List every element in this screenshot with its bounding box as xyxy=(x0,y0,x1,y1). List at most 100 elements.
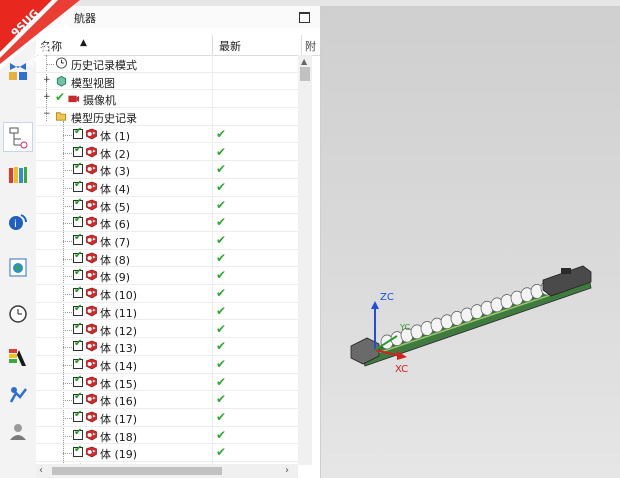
part-tree: 历史记录模式 + 模型视图 + ✔ 摄像机 − 模型历史记录 ✔ 体 (1) ✔… xyxy=(36,55,298,465)
tree-node-label: 体 (3) xyxy=(100,165,131,179)
visibility-checkbox[interactable] xyxy=(73,356,83,369)
maximize-icon[interactable] xyxy=(299,12,310,23)
scroll-up-icon[interactable]: ▲ xyxy=(301,57,307,66)
camera-icon xyxy=(68,96,80,103)
latest-check-icon: ✔ xyxy=(216,356,227,371)
visibility-checkbox[interactable] xyxy=(73,409,83,422)
tree-node-label: 摄像机 xyxy=(83,94,116,108)
hd3d-tools-icon[interactable]: i xyxy=(7,210,29,232)
body-icon xyxy=(86,323,97,334)
latest-check-icon: ✔ xyxy=(216,392,227,407)
tree-node-body[interactable]: 体 (6) ✔ xyxy=(36,214,298,232)
visibility-checkbox[interactable] xyxy=(73,144,83,157)
visibility-checkbox[interactable] xyxy=(73,161,83,175)
expand-plus-icon[interactable]: + xyxy=(43,93,51,102)
visibility-checkbox[interactable] xyxy=(73,391,83,405)
body-icon xyxy=(86,146,97,157)
latest-check-icon: ✔ xyxy=(216,339,227,354)
tree-node-label: 模型历史记录 xyxy=(71,112,137,126)
tree-node-label: 体 (17) xyxy=(100,413,138,426)
visibility-checkbox[interactable] xyxy=(73,250,83,263)
reuse-library-icon[interactable] xyxy=(7,164,29,186)
tree-node-label: 体 (13) xyxy=(100,342,138,356)
visibility-checkbox[interactable] xyxy=(73,303,83,316)
tree-node-body[interactable]: 体 (7) ✔ xyxy=(36,232,298,250)
tree-node-body[interactable]: 体 (11) ✔ xyxy=(36,302,298,321)
tree-node-label: 模型视图 xyxy=(71,76,115,90)
latest-check-icon: ✔ xyxy=(216,233,227,247)
column-latest-header[interactable]: 最新 xyxy=(219,38,241,54)
column-divider[interactable] xyxy=(301,35,302,55)
tree-node-body[interactable]: 体 (1) ✔ xyxy=(36,125,298,144)
check-icon[interactable]: ✔ xyxy=(55,90,65,104)
tree-node-body[interactable]: 体 (4) ✔ xyxy=(36,178,298,197)
body-icon xyxy=(86,429,97,441)
tree-node-body[interactable]: 体 (12) ✔ xyxy=(36,320,298,339)
visibility-checkbox[interactable] xyxy=(73,126,83,139)
tree-node-body[interactable]: 体 (10) ✔ xyxy=(36,285,298,303)
latest-check-icon: ✔ xyxy=(216,427,227,442)
tree-node-label: 体 (18) xyxy=(100,430,138,444)
part-navigator-icon[interactable] xyxy=(3,122,33,152)
scroll-right-icon[interactable]: › xyxy=(285,465,289,476)
tree-node-body[interactable]: 体 (2) ✔ xyxy=(36,143,298,162)
tree-node-label: 体 (14) xyxy=(100,359,138,373)
tree-node-body[interactable]: 体 (5) ✔ xyxy=(36,196,298,215)
visibility-checkbox[interactable] xyxy=(73,374,83,387)
tree-node-body[interactable]: 体 (15) ✔ xyxy=(36,373,298,392)
tree-node-model-history[interactable]: − 模型历史记录 xyxy=(36,108,298,126)
column-divider[interactable] xyxy=(212,35,213,55)
tree-node-body[interactable]: 体 (14) ✔ xyxy=(36,355,298,374)
history-icon[interactable] xyxy=(7,303,29,325)
tree-node-body[interactable]: 体 (16) ✔ xyxy=(36,391,298,409)
visibility-checkbox[interactable] xyxy=(73,179,83,192)
svg-text:i: i xyxy=(14,219,17,230)
tree-node-body[interactable]: 体 (13) ✔ xyxy=(36,338,298,356)
visibility-checkbox[interactable] xyxy=(73,232,83,245)
visibility-checkbox[interactable] xyxy=(73,427,83,440)
visibility-checkbox[interactable] xyxy=(73,444,83,458)
scroll-thumb[interactable] xyxy=(52,467,222,475)
system-materials-icon[interactable] xyxy=(7,346,29,368)
visibility-checkbox[interactable] xyxy=(73,267,83,281)
model-conveyor[interactable] xyxy=(321,6,620,478)
visibility-checkbox[interactable] xyxy=(73,197,83,210)
sort-ascending-icon: ▲ xyxy=(80,38,87,48)
visibility-checkbox[interactable] xyxy=(73,214,83,228)
body-icon xyxy=(86,234,97,246)
latest-check-icon: ✔ xyxy=(216,303,227,318)
collapse-minus-icon[interactable]: − xyxy=(43,110,51,119)
xc-axis-label: XC xyxy=(395,364,409,375)
yc-axis-label: YC xyxy=(400,323,411,332)
visibility-checkbox[interactable] xyxy=(73,321,83,334)
web-browser-icon[interactable] xyxy=(7,256,29,278)
visibility-checkbox[interactable] xyxy=(73,285,83,299)
scroll-left-icon[interactable]: ‹ xyxy=(39,465,43,476)
tree-node-label: 历史记录模式 xyxy=(71,59,137,72)
tree-node-label: 体 (15) xyxy=(100,377,138,391)
tree-node-body[interactable]: 体 (18) ✔ xyxy=(36,426,298,445)
tree-node-cameras[interactable]: + ✔ 摄像机 xyxy=(36,90,298,109)
tree-node-label: 体 (16) xyxy=(100,395,138,409)
scroll-thumb[interactable] xyxy=(300,67,310,81)
process-studio-icon[interactable] xyxy=(7,384,29,406)
zc-axis-label: ZC xyxy=(380,292,394,303)
column-third-header[interactable]: 附 xyxy=(305,38,316,54)
tree-node-body[interactable]: 体 (9) ✔ xyxy=(36,267,298,286)
body-icon xyxy=(86,287,97,299)
tree-node-body[interactable]: 体 (3) ✔ xyxy=(36,161,298,179)
horizontal-scrollbar[interactable]: ‹ › xyxy=(36,464,298,478)
tree-node-body[interactable]: 体 (17) ✔ xyxy=(36,409,298,427)
resource-bar: i xyxy=(0,6,37,478)
tree-node-model-views[interactable]: + 模型视图 xyxy=(36,72,298,91)
graphics-window[interactable]: ZC XC YC xyxy=(321,6,620,478)
tree-node-body[interactable]: 体 (19) ✔ xyxy=(36,444,298,463)
body-icon xyxy=(86,447,97,458)
body-icon xyxy=(86,358,97,370)
vertical-scrollbar[interactable]: ▲ xyxy=(298,55,312,465)
roles-icon[interactable] xyxy=(7,420,29,442)
visibility-checkbox[interactable] xyxy=(73,338,83,352)
tree-node-label: 体 (12) xyxy=(100,324,138,338)
expand-plus-icon[interactable]: + xyxy=(43,75,51,84)
tree-node-body[interactable]: 体 (8) ✔ xyxy=(36,249,298,268)
